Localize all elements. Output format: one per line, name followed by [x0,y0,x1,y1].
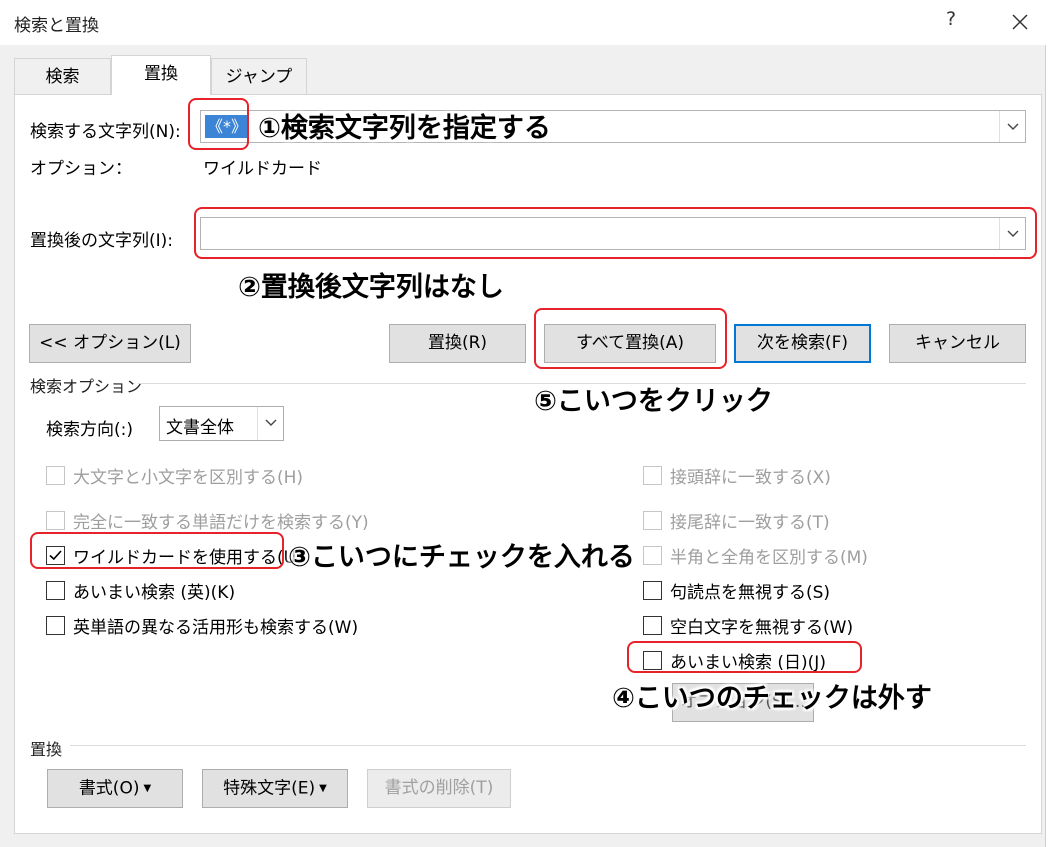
match-suffix-checkbox[interactable]: 接尾辞に一致する(T) [643,508,830,533]
checkbox-label: 空白文字を無視する(W) [670,618,854,638]
checkbox-box[interactable] [643,546,662,565]
checkbox-label: 句読点を無視する(S) [670,583,831,603]
checkbox-label: あいまい検索 (英)(K) [73,583,236,603]
close-icon [1012,14,1028,30]
find-next-button[interactable]: 次を検索(F) [734,324,871,363]
replace-section-divider [70,745,1026,746]
highlight-find-text [188,98,249,150]
replace-label: 置換後の文字列(I): [30,231,174,251]
annotation-step1: ①検索文字列を指定する [258,113,551,144]
format-button-label: 書式(O) [78,778,140,799]
options-toggle-button[interactable]: << オプション(L) [29,324,191,363]
checkbox-box[interactable] [643,466,662,485]
checkbox-box[interactable] [643,616,662,635]
highlight-replace-field [194,207,1037,259]
checkbox-box[interactable] [46,616,65,635]
match-width-checkbox[interactable]: 半角と全角を区別する(M) [643,543,868,568]
clear-format-button[interactable]: 書式の削除(T) [367,769,511,808]
direction-dropdown-button[interactable] [257,407,283,440]
replace-section-heading: 置換 [30,740,63,759]
checkbox-box[interactable] [46,581,65,600]
options-label: オプション： [30,159,132,179]
triangle-down-icon: ▼ [319,783,327,794]
triangle-down-icon: ▼ [143,783,152,794]
match-case-checkbox[interactable]: 大文字と小文字を区別する(H) [46,463,303,488]
tab-goto[interactable]: ジャンプ [211,58,307,95]
replace-button[interactable]: 置換(R) [389,324,526,363]
chevron-down-icon [1007,123,1019,130]
ignore-whitespace-checkbox[interactable]: 空白文字を無視する(W) [643,613,853,638]
highlight-fuzzy-japanese [627,641,862,673]
cancel-button[interactable]: キャンセル [889,324,1026,363]
title-bar: 検索と置換 ? [0,0,1046,45]
find-label: 検索する文字列(N): [30,122,181,142]
highlight-wildcards [30,532,284,569]
tab-replace[interactable]: 置換 [111,55,211,95]
checkbox-label: 接頭辞に一致する(X) [670,468,831,488]
match-prefix-checkbox[interactable]: 接頭辞に一致する(X) [643,463,831,488]
checkbox-label: 英単語の異なる活用形も検索する(W) [73,618,359,638]
special-button[interactable]: 特殊文字(E) ▼ [202,769,348,808]
direction-value: 文書全体 [166,418,234,438]
word-forms-checkbox[interactable]: 英単語の異なる活用形も検索する(W) [46,613,358,638]
tab-find[interactable]: 検索 [14,58,111,95]
close-button[interactable] [1006,8,1034,36]
direction-label: 検索方向(:) [46,420,133,440]
annotation-step2: ②置換後文字列はなし [238,272,504,303]
checkbox-box[interactable] [643,511,662,530]
checkbox-box[interactable] [643,581,662,600]
special-button-label: 特殊文字(E) [223,778,316,799]
search-options-heading: 検索オプション [30,377,143,396]
checkbox-label: 完全に一致する単語だけを検索する(Y) [73,513,369,533]
checkbox-box[interactable] [46,466,65,485]
checkbox-box[interactable] [46,511,65,530]
ignore-punctuation-checkbox[interactable]: 句読点を無視する(S) [643,578,830,603]
help-button[interactable]: ? [940,8,962,36]
checkbox-label: 大文字と小文字を区別する(H) [73,468,304,488]
checkbox-label: 半角と全角を区別する(M) [670,548,868,568]
format-button[interactable]: 書式(O) ▼ [47,769,183,808]
highlight-replace-all [534,308,727,369]
find-dropdown-button[interactable] [999,111,1025,142]
window-title: 検索と置換 [14,16,99,36]
direction-select[interactable]: 文書全体 [159,406,284,441]
annotation-step4: ④こいつのチェックは外す [612,683,932,714]
whole-word-checkbox[interactable]: 完全に一致する単語だけを検索する(Y) [46,508,369,533]
chevron-down-icon [265,419,277,426]
annotation-step5: ⑤こいつをクリック [534,386,773,417]
annotation-step3: ③こいつにチェックを入れる [288,542,635,573]
checkbox-label: 接尾辞に一致する(T) [670,513,830,533]
fuzzy-english-checkbox[interactable]: あいまい検索 (英)(K) [46,578,235,603]
find-replace-dialog: 検索と置換 ? 検索 置換 ジャンプ 検索する文字列(N): 《*》 オプション… [0,0,1046,847]
options-value: ワイルドカード [203,159,322,179]
